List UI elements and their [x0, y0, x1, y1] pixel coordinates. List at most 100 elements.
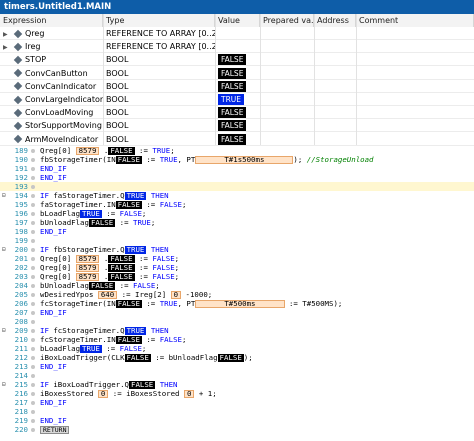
code-line[interactable]: 211 bLoadFlag TRUE := FALSE; [0, 344, 474, 353]
breakpoint-gutter-icon[interactable] [31, 418, 35, 423]
column-header-type[interactable]: Type [103, 14, 215, 27]
code-line[interactable]: 220 RETURN [0, 425, 474, 434]
inline-value-badge[interactable]: TRUE [80, 210, 102, 218]
breakpoint-gutter-icon[interactable] [31, 211, 35, 216]
inline-value-badge[interactable]: FALSE [88, 282, 116, 290]
inline-value-badge[interactable]: FALSE [217, 354, 244, 362]
watch-value-cell[interactable] [215, 40, 260, 53]
watch-row[interactable]: STOP BOOL FALSE [0, 53, 474, 67]
breakpoint-gutter-icon[interactable] [31, 184, 35, 189]
breakpoint-gutter-icon[interactable] [31, 220, 35, 225]
inline-value-badge[interactable]: FALSE [115, 336, 142, 344]
watch-value-cell[interactable]: TRUE [215, 93, 260, 106]
watch-row[interactable]: ConvCanIndicator BOOL FALSE [0, 80, 474, 93]
breakpoint-gutter-icon[interactable] [31, 319, 35, 324]
inline-value-badge[interactable]: TRUE [124, 246, 147, 254]
inline-number-value[interactable]: 0 [183, 390, 195, 398]
column-header-value[interactable]: Value [215, 14, 260, 27]
watch-value-cell[interactable] [215, 27, 260, 40]
watch-value-cell[interactable]: FALSE [215, 53, 260, 66]
watch-value-cell[interactable]: FALSE [215, 119, 260, 132]
inline-time-value[interactable]: T#1s500ms [195, 156, 294, 164]
breakpoint-gutter-icon[interactable] [31, 337, 35, 342]
breakpoint-gutter-icon[interactable] [31, 238, 35, 243]
code-line[interactable]: 191 END_IF [0, 164, 474, 173]
expand-arrow-icon[interactable]: ▶ [3, 28, 13, 40]
breakpoint-gutter-icon[interactable] [31, 355, 35, 360]
inline-number-value[interactable]: 8579 [75, 147, 100, 155]
column-header-address[interactable]: Address [314, 14, 356, 27]
fold-toggle-icon[interactable]: ⊟ [2, 326, 6, 335]
inline-value-badge[interactable]: FALSE [115, 201, 142, 209]
inline-value-badge[interactable]: FALSE [115, 300, 142, 308]
watch-row[interactable]: ArmMoveIndicator BOOL FALSE [0, 133, 474, 146]
code-line[interactable]: 190 fbStorageTimer(IN FALSE := TRUE, PT T#… [0, 155, 474, 164]
code-line[interactable]: 214 [0, 371, 474, 380]
code-line[interactable]: 196 bLoadFlag TRUE := FALSE; [0, 209, 474, 218]
breakpoint-gutter-icon[interactable] [31, 256, 35, 261]
fold-toggle-icon[interactable]: ⊟ [2, 191, 6, 200]
breakpoint-gutter-icon[interactable] [31, 310, 35, 315]
breakpoint-gutter-icon[interactable] [31, 301, 35, 306]
watch-row[interactable]: ▶ Qreg REFERENCE TO ARRAY [0..20... [0, 27, 474, 40]
code-line[interactable]: 216 iBoxesStored 0 := iBoxesStored 0 + 1… [0, 389, 474, 398]
code-line[interactable]: 205 wDesiredYpos 640 := Ireg[2] 0 -1000; [0, 290, 474, 299]
code-line[interactable]: 215 ⊟ IF iBoxLoadTrigger.Q FALSE THEN [0, 380, 474, 389]
watch-row[interactable]: ConvLargeIndicator BOOL TRUE [0, 93, 474, 106]
inline-number-value[interactable]: 8579 [75, 255, 100, 263]
code-line[interactable]: 212 iBoxLoadTrigger(CLK FALSE := bUnloadF… [0, 353, 474, 362]
breakpoint-gutter-icon[interactable] [31, 382, 35, 387]
code-line[interactable]: 206 fcStorageTimer(IN FALSE := TRUE, PT T#… [0, 299, 474, 308]
code-line[interactable]: 204 bUnloadFlag FALSE := FALSE; [0, 281, 474, 290]
watch-row[interactable]: ConvCanButton BOOL FALSE [0, 67, 474, 80]
breakpoint-gutter-icon[interactable] [31, 328, 35, 333]
breakpoint-gutter-icon[interactable] [31, 157, 35, 162]
breakpoint-gutter-icon[interactable] [31, 409, 35, 414]
breakpoint-gutter-icon[interactable] [31, 400, 35, 405]
breakpoint-gutter-icon[interactable] [31, 148, 35, 153]
watch-row[interactable]: ▶ Ireg REFERENCE TO ARRAY [0..20... [0, 40, 474, 54]
breakpoint-gutter-icon[interactable] [31, 427, 35, 432]
fold-toggle-icon[interactable]: ⊟ [2, 245, 6, 254]
watch-value-cell[interactable]: FALSE [215, 67, 260, 80]
breakpoint-gutter-icon[interactable] [31, 229, 35, 234]
code-line[interactable]: 197 bUnloadFlag FALSE := TRUE; [0, 218, 474, 227]
breakpoint-gutter-icon[interactable] [31, 166, 35, 171]
code-line[interactable]: 200 ⊟ IF fbStorageTimer.Q TRUE THEN [0, 245, 474, 254]
breakpoint-gutter-icon[interactable] [31, 373, 35, 378]
inline-value-badge[interactable]: FALSE [115, 156, 142, 164]
watch-value-cell[interactable]: FALSE [215, 80, 260, 93]
breakpoint-gutter-icon[interactable] [31, 283, 35, 288]
inline-number-value[interactable]: 8579 [75, 264, 100, 272]
inline-time-value[interactable]: T#500ms [195, 300, 285, 308]
inline-value-badge[interactable]: FALSE [88, 219, 116, 227]
watch-value-cell[interactable]: FALSE [215, 133, 260, 146]
inline-value-badge[interactable]: FALSE [108, 147, 135, 155]
code-line[interactable]: 201 Qreg[0] 8579 . FALSE := FALSE; [0, 254, 474, 263]
fold-toggle-icon[interactable]: ⊟ [2, 380, 6, 389]
code-line[interactable]: 218 [0, 407, 474, 416]
breakpoint-gutter-icon[interactable] [31, 193, 35, 198]
breakpoint-gutter-icon[interactable] [31, 247, 35, 252]
breakpoint-gutter-icon[interactable] [31, 346, 35, 351]
code-line[interactable]: 203 Qreg[0] 8579 . FALSE := FALSE; [0, 272, 474, 281]
column-header-prepared-va[interactable]: Prepared va... [260, 14, 314, 27]
code-line[interactable]: 208 [0, 317, 474, 326]
code-line[interactable]: 213 END_IF [0, 362, 474, 371]
breakpoint-gutter-icon[interactable] [31, 265, 35, 270]
expand-arrow-icon[interactable]: ▶ [3, 41, 13, 53]
code-line[interactable]: 199 [0, 236, 474, 245]
inline-value-badge[interactable]: FALSE [108, 255, 135, 263]
code-line[interactable]: 193 [0, 182, 474, 191]
column-header-comment[interactable]: Comment [356, 14, 474, 27]
code-editor[interactable]: 189 Qreg[0] 8579 . FALSE := TRUE; 190 fbSt… [0, 146, 474, 441]
inline-value-badge[interactable]: FALSE [129, 381, 156, 389]
watch-value-cell[interactable]: FALSE [215, 106, 260, 119]
breakpoint-gutter-icon[interactable] [31, 274, 35, 279]
inline-number-value[interactable]: 0 [97, 390, 109, 398]
code-line[interactable]: 189 Qreg[0] 8579 . FALSE := TRUE; [0, 146, 474, 155]
code-line[interactable]: 202 Qreg[0] 8579 . FALSE := FALSE; [0, 263, 474, 272]
breakpoint-gutter-icon[interactable] [31, 175, 35, 180]
breakpoint-gutter-icon[interactable] [31, 391, 35, 396]
watch-row[interactable]: StorSupportMoving BOOL FALSE [0, 119, 474, 133]
